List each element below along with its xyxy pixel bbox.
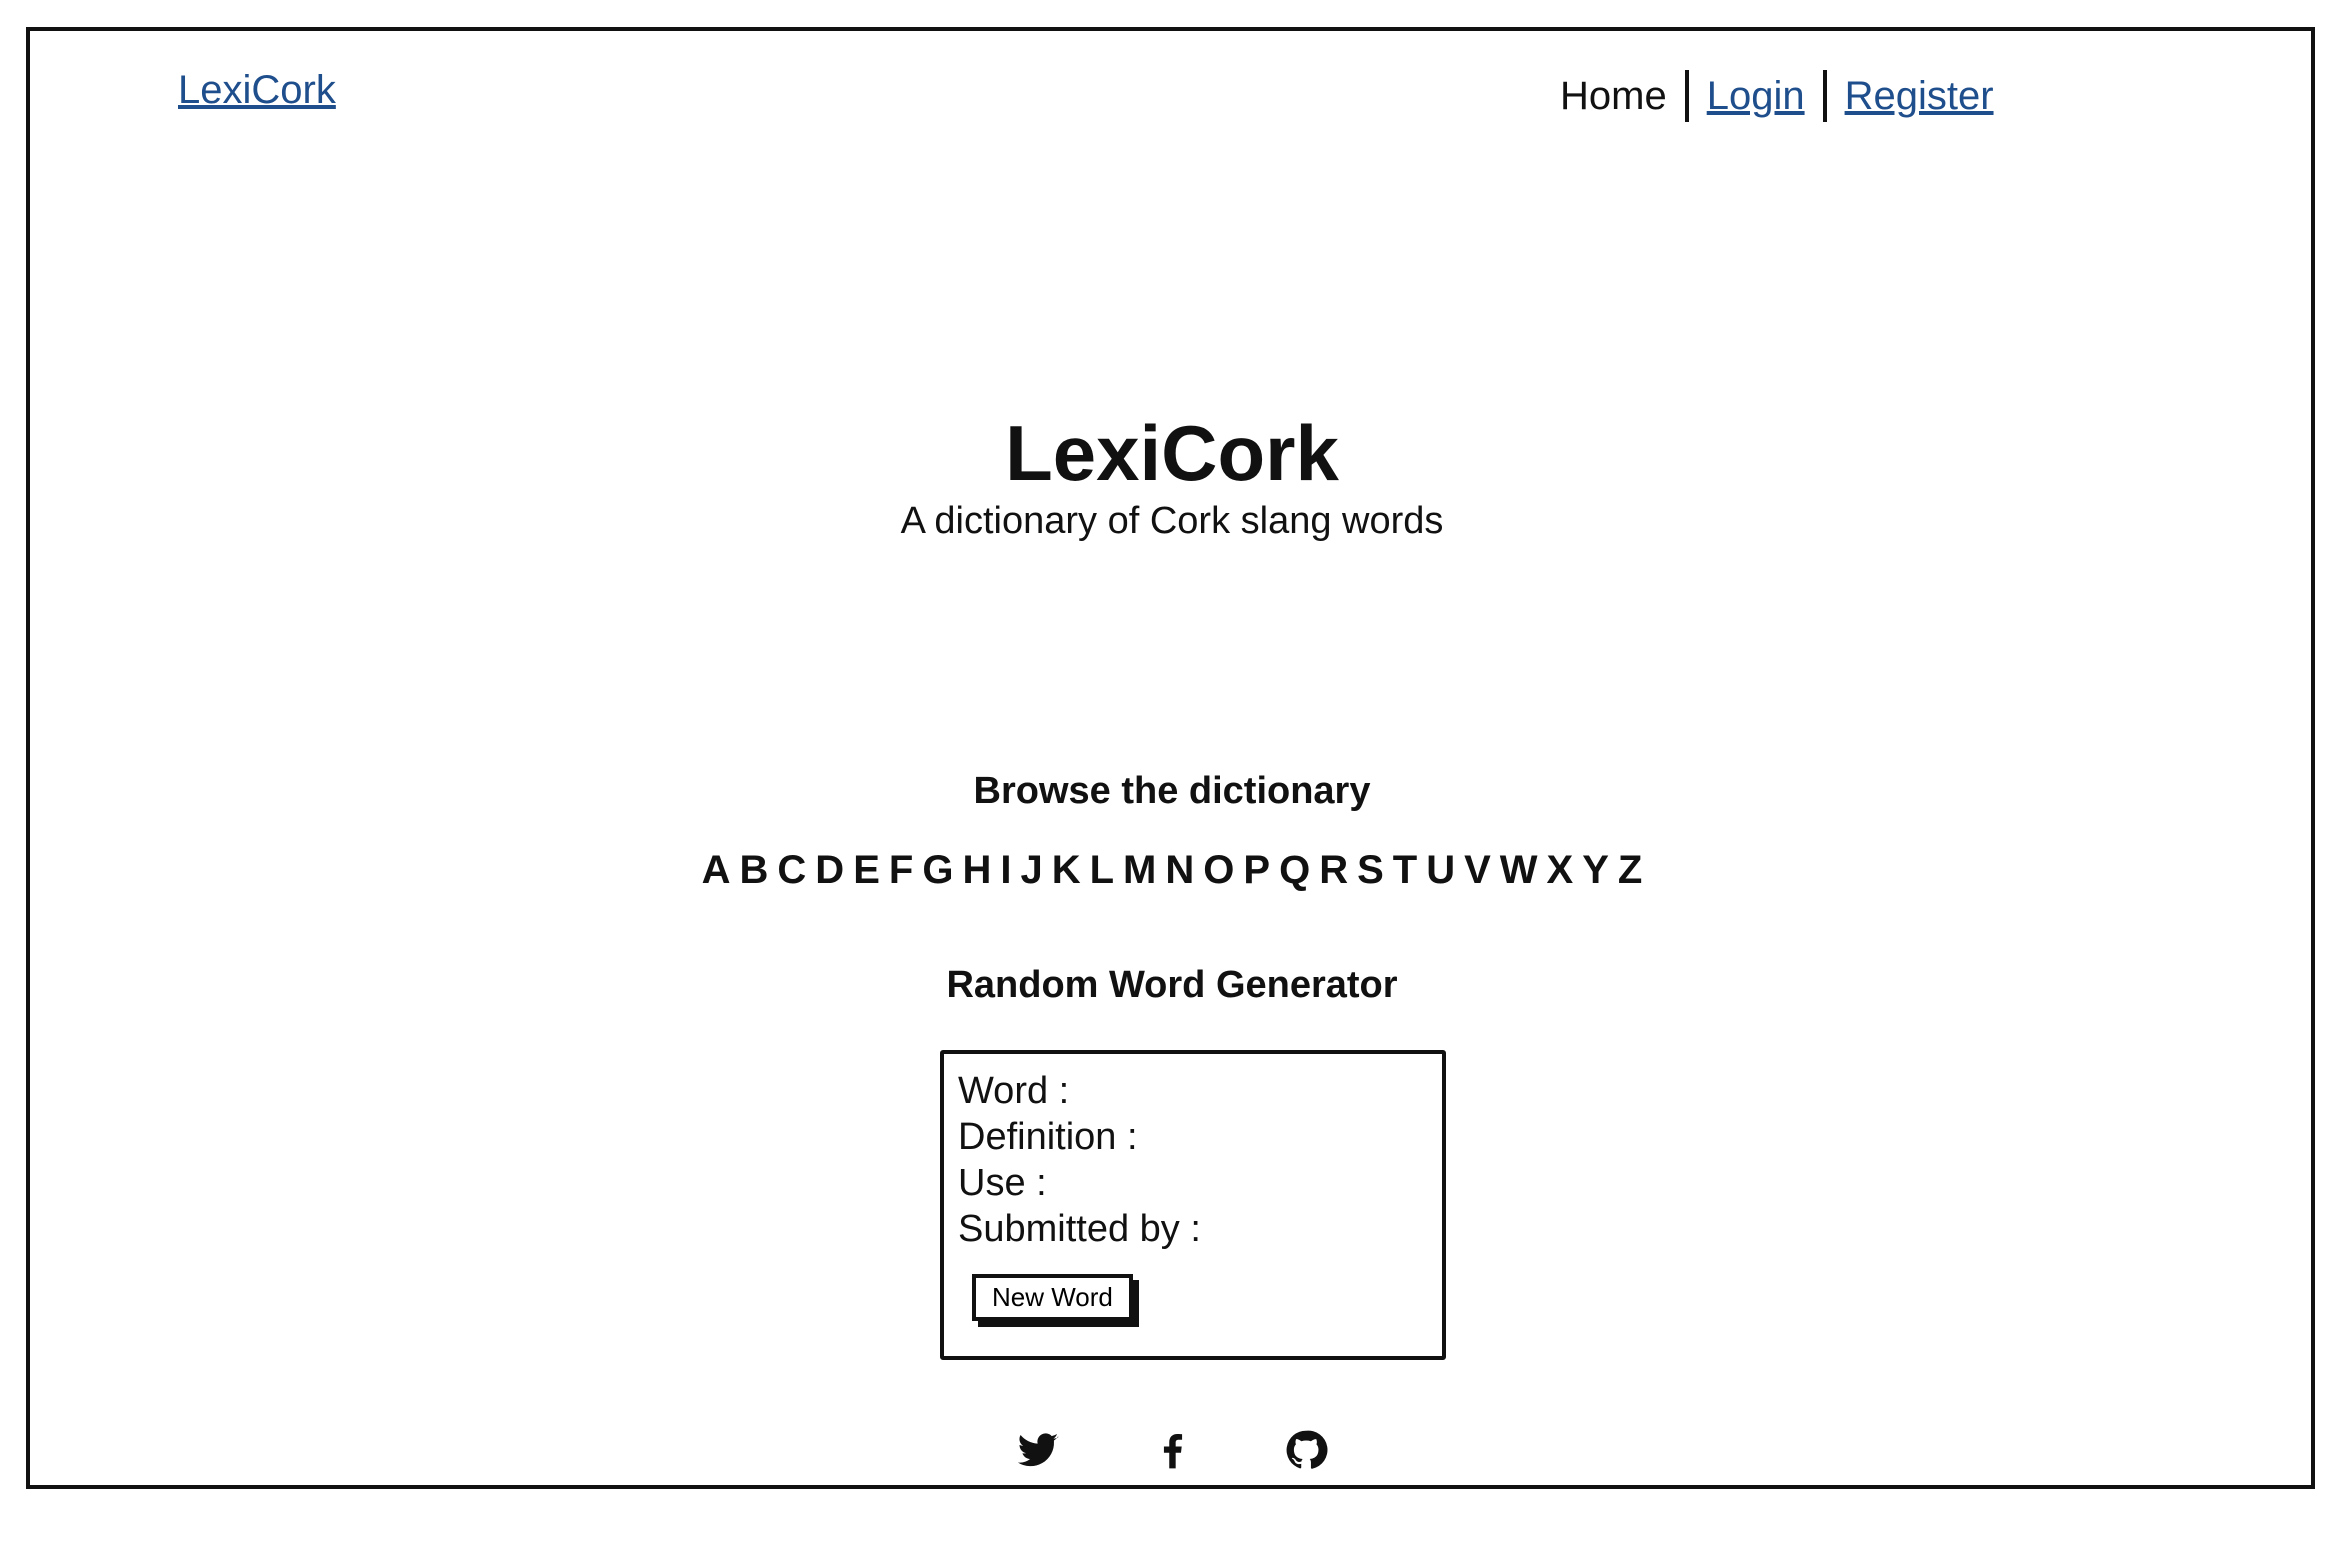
twitter-icon[interactable] xyxy=(1016,1428,1060,1472)
letter-link-e[interactable]: E xyxy=(853,848,880,893)
letter-link-n[interactable]: N xyxy=(1165,848,1194,893)
random-word-card: Word : Definition : Use : Submitted by :… xyxy=(940,1050,1446,1360)
letter-link-u[interactable]: U xyxy=(1426,848,1455,893)
letter-link-q[interactable]: Q xyxy=(1279,848,1310,893)
facebook-icon[interactable] xyxy=(1150,1428,1194,1472)
letter-link-p[interactable]: P xyxy=(1243,848,1270,893)
letter-link-g[interactable]: G xyxy=(922,848,953,893)
letter-link-k[interactable]: K xyxy=(1052,848,1081,893)
letter-link-t[interactable]: T xyxy=(1393,848,1417,893)
letter-link-x[interactable]: X xyxy=(1547,848,1574,893)
letter-link-j[interactable]: J xyxy=(1020,848,1042,893)
letter-link-d[interactable]: D xyxy=(815,848,844,893)
letter-link-w[interactable]: W xyxy=(1500,848,1538,893)
letter-link-b[interactable]: B xyxy=(740,848,769,893)
definition-label: Definition : xyxy=(958,1116,1138,1158)
letter-link-z[interactable]: Z xyxy=(1618,848,1642,893)
letter-link-c[interactable]: C xyxy=(777,848,806,893)
submitted-by-label: Submitted by : xyxy=(958,1208,1201,1250)
browse-heading: Browse the dictionary xyxy=(973,770,1371,812)
letter-link-r[interactable]: R xyxy=(1319,848,1348,893)
brand-link[interactable]: LexiCork xyxy=(178,68,336,113)
nav-register[interactable]: Register xyxy=(1827,74,2012,119)
alphabet-index: A B C D E F G H I J K L M N O P Q R S T … xyxy=(0,848,2344,893)
top-nav: Home Login Register xyxy=(1560,68,2012,124)
page-title: LexiCork xyxy=(1005,409,1339,497)
letter-link-a[interactable]: A xyxy=(702,848,731,893)
letter-link-f[interactable]: F xyxy=(889,848,913,893)
new-word-button[interactable]: New Word xyxy=(972,1274,1133,1321)
letter-link-i[interactable]: I xyxy=(1000,848,1011,893)
github-icon[interactable] xyxy=(1284,1428,1328,1472)
word-label: Word : xyxy=(958,1070,1070,1112)
letter-link-v[interactable]: V xyxy=(1464,848,1491,893)
random-word-heading: Random Word Generator xyxy=(946,964,1398,1006)
letter-link-y[interactable]: Y xyxy=(1582,848,1609,893)
letter-link-m[interactable]: M xyxy=(1123,848,1156,893)
social-links xyxy=(0,1428,2344,1472)
nav-login[interactable]: Login xyxy=(1689,74,1823,119)
letter-link-l[interactable]: L xyxy=(1090,848,1114,893)
use-label: Use : xyxy=(958,1162,1047,1204)
letter-link-h[interactable]: H xyxy=(962,848,991,893)
page-subtitle: A dictionary of Cork slang words xyxy=(900,500,1444,542)
letter-link-o[interactable]: O xyxy=(1203,848,1234,893)
nav-home[interactable]: Home xyxy=(1560,74,1685,119)
letter-link-s[interactable]: S xyxy=(1357,848,1384,893)
